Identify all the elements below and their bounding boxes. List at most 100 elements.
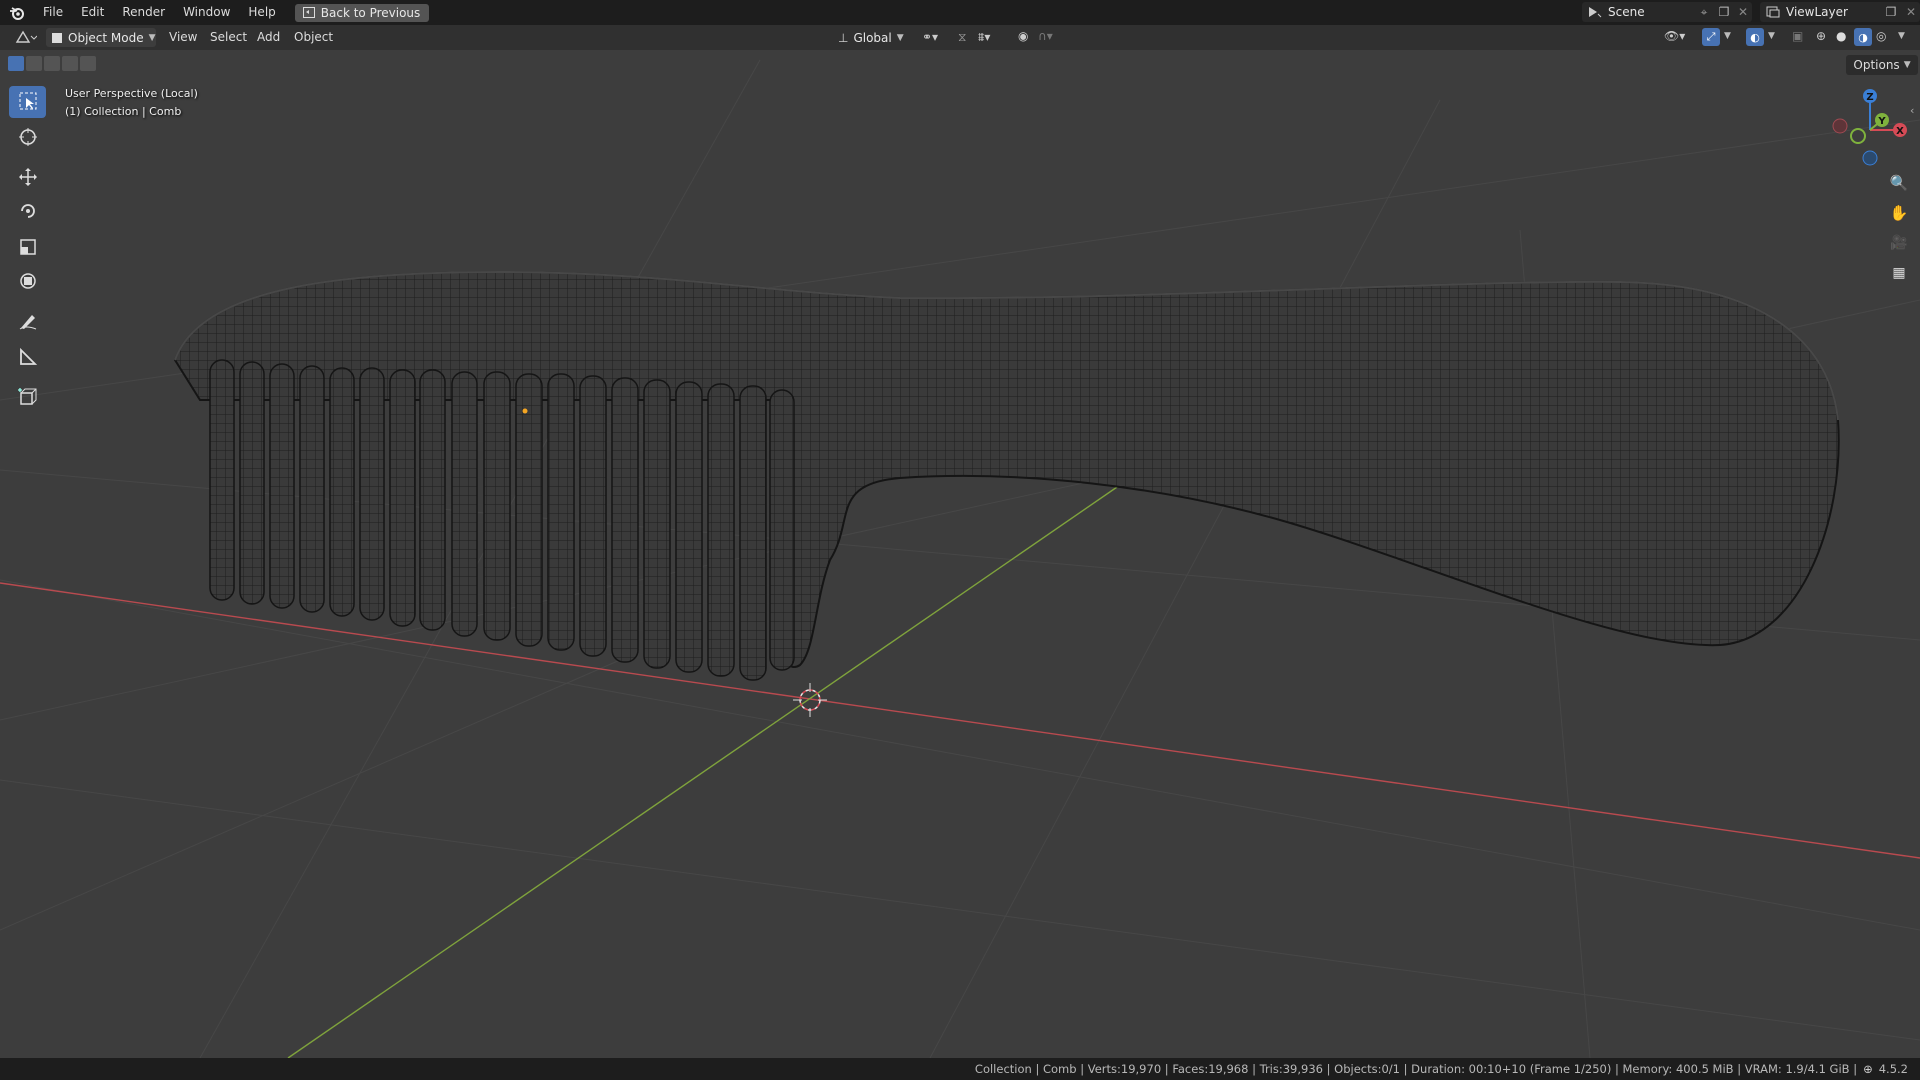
- cursor-tool[interactable]: [9, 122, 46, 154]
- move-tool[interactable]: [9, 162, 46, 194]
- transform-orientation-selector[interactable]: ⊥ Global ▼: [838, 28, 904, 47]
- mode-label: Object Mode: [68, 30, 144, 45]
- version-label: 4.5.2: [1878, 1062, 1908, 1076]
- snap-icon[interactable]: ⧖: [958, 30, 966, 45]
- select-new-icon[interactable]: [8, 56, 24, 71]
- close-icon[interactable]: ✕: [1902, 5, 1920, 19]
- annotate-icon: [18, 311, 38, 334]
- solid-shading-icon[interactable]: ●: [1836, 29, 1846, 43]
- scene-name[interactable]: Scene: [1608, 5, 1694, 19]
- scene-selector[interactable]: Scene ⌖ ❐ ✕: [1582, 2, 1752, 22]
- measure-icon: [18, 347, 38, 370]
- proportional-edit-icon[interactable]: ◉: [1018, 29, 1028, 43]
- gizmo-x-label: X: [1896, 126, 1904, 137]
- orientation-icon: ⊥: [838, 30, 849, 45]
- chevron-down-icon[interactable]: ▼: [1724, 31, 1731, 41]
- grid-icon: ▦: [1892, 265, 1906, 281]
- visibility-icon[interactable]: 👁▾: [1664, 29, 1685, 43]
- menu-object[interactable]: Object: [294, 25, 333, 50]
- menu-render[interactable]: Render: [113, 0, 174, 25]
- xray-toggle-icon[interactable]: ▣: [1792, 29, 1803, 43]
- select-box-icon: [18, 91, 38, 114]
- status-stats: Collection | Comb | Verts:19,970 | Faces…: [974, 1062, 1858, 1076]
- object-origin: [522, 408, 528, 414]
- menu-window[interactable]: Window: [174, 0, 239, 25]
- object-mode-icon: [51, 32, 63, 44]
- chevron-down-icon: ▼: [1903, 60, 1911, 70]
- wireframe-shading-icon[interactable]: ⊕: [1816, 29, 1826, 43]
- viewlayer-name[interactable]: ViewLayer: [1786, 5, 1880, 19]
- add-cube-tool[interactable]: [9, 382, 46, 414]
- falloff-icon[interactable]: ∩▾: [1038, 29, 1053, 43]
- screen-icon: [302, 7, 315, 18]
- viewlayer-selector[interactable]: ViewLayer ❐ ✕: [1760, 2, 1920, 22]
- cursor-icon: [18, 127, 38, 150]
- new-viewlayer-icon[interactable]: ❐: [1880, 5, 1902, 19]
- navigation-gizmo[interactable]: Z X Y: [1830, 86, 1910, 166]
- material-shading-icon[interactable]: ◑: [1854, 28, 1872, 46]
- rotate-icon: [18, 201, 38, 224]
- select-intersect-icon[interactable]: [80, 56, 96, 71]
- transform-tool[interactable]: [9, 266, 46, 298]
- rendered-shading-icon[interactable]: ◎: [1876, 29, 1886, 43]
- zoom-button[interactable]: 🔍: [1884, 170, 1914, 196]
- new-scene-icon[interactable]: ❐: [1714, 5, 1734, 19]
- gizmo-y-label: Y: [1877, 116, 1886, 127]
- back-to-previous-button[interactable]: Back to Previous: [294, 3, 430, 22]
- scene-icon: [1582, 5, 1608, 19]
- overlay-toggle-icon[interactable]: ◐: [1746, 28, 1764, 46]
- scale-tool[interactable]: [9, 232, 46, 264]
- pivot-icon[interactable]: ⚭▾: [922, 30, 938, 44]
- comb-mesh: [173, 270, 1840, 681]
- select-subtract-icon[interactable]: [44, 56, 60, 71]
- network-icon: ⊕: [1863, 1062, 1873, 1076]
- pin-icon[interactable]: ⌖: [1694, 5, 1714, 20]
- viewlayer-icon: [1760, 5, 1786, 19]
- rotate-tool[interactable]: [9, 196, 46, 228]
- menu-help[interactable]: Help: [239, 0, 284, 25]
- menu-edit[interactable]: Edit: [72, 0, 113, 25]
- hand-icon: ✋: [1889, 204, 1909, 222]
- pan-button[interactable]: ✋: [1884, 200, 1914, 226]
- gizmo-z-label: Z: [1866, 92, 1873, 103]
- annotate-tool[interactable]: [9, 306, 46, 338]
- measure-tool[interactable]: [9, 342, 46, 374]
- blender-logo-icon[interactable]: [0, 0, 34, 25]
- select-box-tool[interactable]: [9, 86, 46, 118]
- transform-icon: [18, 271, 38, 294]
- menu-view[interactable]: View: [169, 25, 197, 50]
- collection-label: (1) Collection | Comb: [65, 105, 182, 118]
- back-to-previous-label: Back to Previous: [320, 5, 421, 20]
- snap-target-icon[interactable]: ⩩▾: [978, 30, 990, 45]
- editor-type-icon[interactable]: [12, 30, 40, 44]
- chevron-down-icon[interactable]: ▼: [1768, 31, 1775, 41]
- move-icon: [18, 167, 38, 190]
- chevron-down-icon: ▼: [896, 32, 904, 43]
- select-extend-icon[interactable]: [26, 56, 42, 71]
- viewport-canvas[interactable]: [0, 0, 1920, 1080]
- options-button[interactable]: Options ▼: [1846, 55, 1918, 75]
- add-cube-icon: [17, 387, 38, 410]
- ortho-toggle-button[interactable]: ▦: [1884, 260, 1914, 286]
- close-icon[interactable]: ✕: [1734, 5, 1752, 19]
- status-bar: Collection | Comb | Verts:19,970 | Faces…: [0, 1058, 1920, 1080]
- selection-mode-group: [8, 56, 96, 71]
- gizmo-toggle-icon[interactable]: ⤢: [1702, 28, 1720, 46]
- top-menubar: File Edit Render Window Help Back to Pre…: [0, 0, 1920, 25]
- chevron-down-icon[interactable]: ▼: [1898, 31, 1905, 41]
- menu-select[interactable]: Select: [210, 25, 247, 50]
- orientation-label: Global: [853, 30, 892, 45]
- options-label: Options: [1853, 58, 1900, 72]
- camera-icon: 🎥: [1890, 235, 1908, 251]
- zoom-icon: 🔍: [1889, 174, 1909, 192]
- select-invert-icon[interactable]: [62, 56, 78, 71]
- menu-add[interactable]: Add: [257, 25, 280, 50]
- viewport-header: Object Mode ▼ View Select Add Object ⊥ G…: [0, 25, 1920, 50]
- chevron-down-icon: ▼: [148, 32, 156, 43]
- mode-selector[interactable]: Object Mode ▼: [46, 28, 156, 47]
- camera-view-button[interactable]: 🎥: [1884, 230, 1914, 256]
- scale-icon: [18, 237, 38, 260]
- perspective-label: User Perspective (Local): [65, 87, 198, 100]
- menu-file[interactable]: File: [34, 0, 72, 25]
- sidebar-toggle-icon[interactable]: ‹: [1910, 104, 1914, 117]
